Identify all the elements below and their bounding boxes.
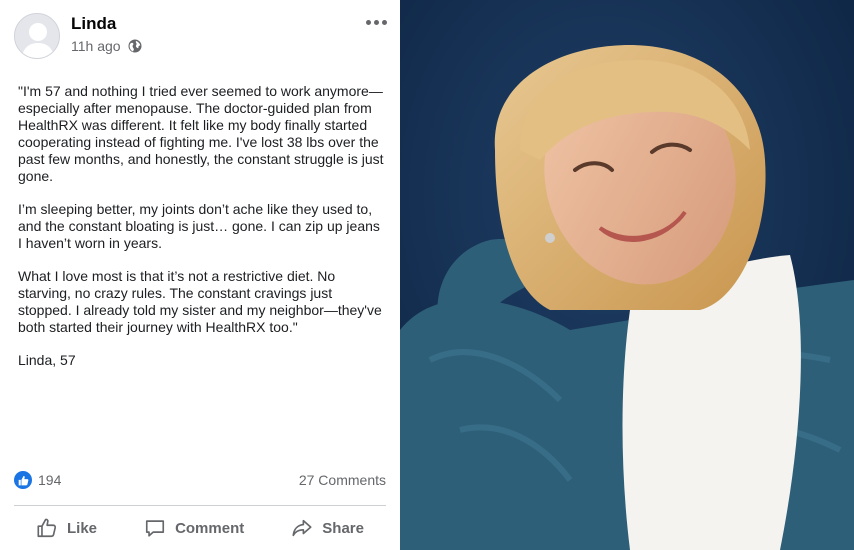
post-paragraph: I’m sleeping better, my joints don’t ach… <box>18 201 380 251</box>
comments-count[interactable]: 27 Comments <box>299 472 386 488</box>
avatar[interactable] <box>14 13 60 59</box>
author-name[interactable]: Linda <box>71 14 116 34</box>
likes-summary[interactable]: 194 <box>14 471 61 489</box>
share-button[interactable]: Share <box>269 510 386 546</box>
post-timestamp[interactable]: 11h ago <box>71 38 121 54</box>
comment-button[interactable]: Comment <box>122 510 266 546</box>
post-body: "I'm 57 and nothing I tried ever seemed … <box>18 83 384 369</box>
reaction-stats: 194 27 Comments <box>14 470 386 490</box>
like-button[interactable]: Like <box>14 510 119 546</box>
likes-count: 194 <box>38 472 62 488</box>
post-meta: 11h ago <box>71 38 142 54</box>
thumbs-up-outline-icon <box>37 518 57 538</box>
like-label: Like <box>67 519 98 537</box>
speech-bubble-icon <box>145 520 165 537</box>
share-arrow-icon <box>292 519 312 537</box>
facebook-post-card: Linda 11h ago "I'm 57 and nothing I trie… <box>0 0 400 550</box>
post-paragraph: What I love most is that it’s not a rest… <box>18 268 382 335</box>
thumbs-up-icon <box>14 471 32 489</box>
divider <box>14 505 386 506</box>
comment-label: Comment <box>175 519 245 537</box>
post-paragraph: "I'm 57 and nothing I tried ever seemed … <box>18 83 384 184</box>
post-actions: Like Comment Share <box>14 510 386 546</box>
globe-icon[interactable] <box>128 39 142 53</box>
testimonial-photo <box>400 0 854 550</box>
post-signature: Linda, 57 <box>18 352 76 368</box>
default-user-avatar-icon <box>15 14 59 58</box>
more-options-icon[interactable] <box>364 14 388 30</box>
share-label: Share <box>322 519 364 537</box>
